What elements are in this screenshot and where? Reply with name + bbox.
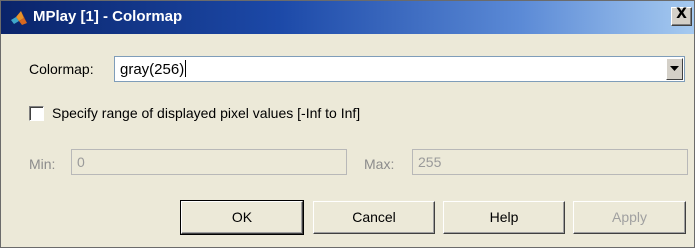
colormap-combobox[interactable]: gray(256) xyxy=(114,56,685,82)
title-bar[interactable]: MPlay [1] - Colormap X xyxy=(1,1,694,34)
chevron-down-icon xyxy=(670,66,679,71)
min-label: Min: xyxy=(29,156,56,172)
colormap-dialog: MPlay [1] - Colormap X Colormap: gray(25… xyxy=(0,0,695,248)
help-button[interactable]: Help xyxy=(443,201,565,234)
cancel-button[interactable]: Cancel xyxy=(313,201,435,234)
range-checkbox[interactable] xyxy=(29,106,44,121)
ok-button[interactable]: OK xyxy=(180,200,304,235)
close-button[interactable]: X xyxy=(671,6,692,26)
range-checkbox-label[interactable]: Specify range of displayed pixel values … xyxy=(52,105,360,121)
text-caret xyxy=(185,60,187,77)
matlab-logo-icon xyxy=(11,11,27,25)
max-value: 255 xyxy=(418,154,442,170)
max-field[interactable]: 255 xyxy=(412,149,688,175)
colormap-label: Colormap: xyxy=(29,61,94,77)
min-value: 0 xyxy=(77,154,85,170)
max-label: Max: xyxy=(364,156,395,172)
colormap-dropdown-button[interactable] xyxy=(666,58,683,80)
close-icon: X xyxy=(676,6,687,22)
colormap-value[interactable]: gray(256) xyxy=(120,60,187,78)
window-title: MPlay [1] - Colormap xyxy=(33,8,183,25)
apply-button[interactable]: Apply xyxy=(573,201,686,234)
min-field[interactable]: 0 xyxy=(71,149,347,175)
